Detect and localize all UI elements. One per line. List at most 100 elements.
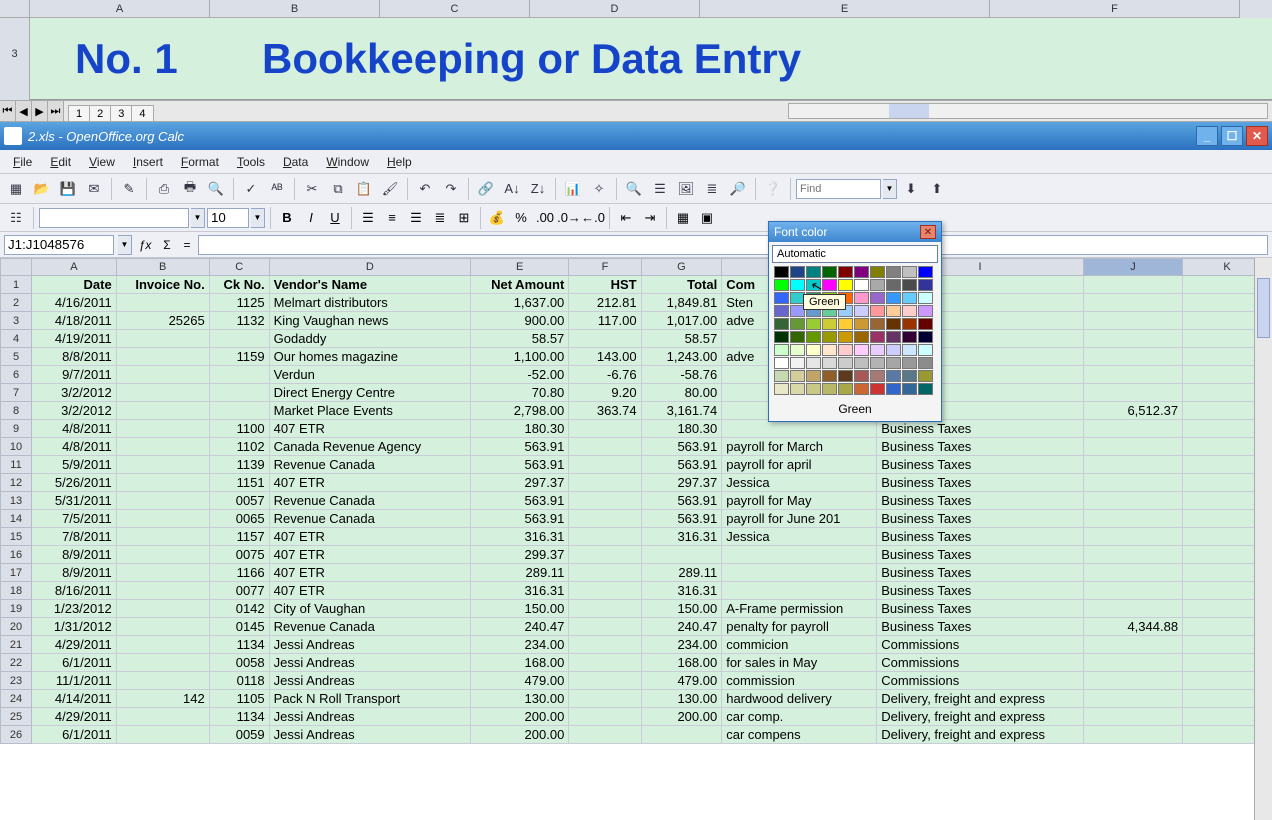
cell[interactable]: 200.00 bbox=[471, 726, 569, 744]
menu-tools[interactable]: Tools bbox=[228, 152, 274, 172]
cell[interactable]: 1,637.00 bbox=[471, 294, 569, 312]
align-right-button[interactable]: ☰ bbox=[405, 207, 427, 229]
row-header[interactable]: 8 bbox=[1, 402, 32, 420]
cell[interactable] bbox=[116, 618, 209, 636]
row-header[interactable]: 16 bbox=[1, 546, 32, 564]
cell[interactable] bbox=[569, 492, 641, 510]
color-swatch[interactable] bbox=[838, 266, 853, 278]
underline-button[interactable]: U bbox=[324, 207, 346, 229]
cell[interactable] bbox=[116, 366, 209, 384]
bg-sheet-tab[interactable]: 3 bbox=[110, 105, 132, 121]
cell[interactable] bbox=[116, 528, 209, 546]
cell[interactable]: payroll for March bbox=[722, 438, 877, 456]
select-all-corner[interactable] bbox=[1, 259, 32, 276]
cell[interactable]: Godaddy bbox=[269, 330, 471, 348]
cell[interactable]: 563.91 bbox=[471, 456, 569, 474]
header-cell[interactable]: HST bbox=[569, 276, 641, 294]
cell[interactable]: 130.00 bbox=[641, 690, 722, 708]
cell[interactable] bbox=[1083, 384, 1182, 402]
autospell-button[interactable]: ᴬᴮ bbox=[265, 177, 289, 201]
color-swatch[interactable] bbox=[790, 344, 805, 356]
cell[interactable]: 4/8/2011 bbox=[32, 438, 117, 456]
cell[interactable]: 6,512.37 bbox=[1083, 402, 1182, 420]
cell[interactable] bbox=[116, 348, 209, 366]
cell[interactable]: Delivery, freight and express bbox=[877, 690, 1084, 708]
row-header[interactable]: 18 bbox=[1, 582, 32, 600]
percent-button[interactable]: % bbox=[510, 207, 532, 229]
cell[interactable]: Delivery, freight and express bbox=[877, 708, 1084, 726]
row-header[interactable]: 4 bbox=[1, 330, 32, 348]
cell[interactable]: King Vaughan news bbox=[269, 312, 471, 330]
cell[interactable]: 0145 bbox=[209, 618, 269, 636]
color-swatch[interactable] bbox=[774, 279, 789, 291]
cell[interactable] bbox=[1083, 726, 1182, 744]
cell[interactable]: Commissions bbox=[877, 672, 1084, 690]
cell[interactable] bbox=[116, 456, 209, 474]
cell[interactable] bbox=[116, 654, 209, 672]
print-preview-button[interactable]: 🔍 bbox=[204, 177, 228, 201]
styles-button[interactable]: ☷ bbox=[4, 206, 28, 230]
cell[interactable]: 407 ETR bbox=[269, 420, 471, 438]
color-swatch[interactable] bbox=[918, 357, 933, 369]
color-swatch[interactable] bbox=[918, 318, 933, 330]
row-header[interactable]: 9 bbox=[1, 420, 32, 438]
color-swatch[interactable] bbox=[790, 279, 805, 291]
cell[interactable] bbox=[116, 726, 209, 744]
column-header-J[interactable]: J bbox=[1083, 259, 1182, 276]
color-swatch[interactable] bbox=[822, 383, 837, 395]
color-swatch[interactable] bbox=[886, 370, 901, 382]
cell[interactable]: 407 ETR bbox=[269, 564, 471, 582]
popup-titlebar[interactable]: Font color ✕ bbox=[769, 222, 941, 242]
bg-horizontal-scrollbar[interactable] bbox=[788, 103, 1268, 119]
align-center-button[interactable]: ≡ bbox=[381, 207, 403, 229]
cell[interactable]: Revenue Canada bbox=[269, 492, 471, 510]
cell[interactable]: Business Taxes bbox=[877, 528, 1084, 546]
cell[interactable]: 1134 bbox=[209, 708, 269, 726]
cell[interactable]: payroll for June 201 bbox=[722, 510, 877, 528]
cell[interactable] bbox=[116, 384, 209, 402]
cell[interactable]: 4/14/2011 bbox=[32, 690, 117, 708]
header-cell[interactable]: Date bbox=[32, 276, 117, 294]
cell[interactable]: 1134 bbox=[209, 636, 269, 654]
menu-view[interactable]: View bbox=[80, 152, 124, 172]
menu-edit[interactable]: Edit bbox=[41, 152, 80, 172]
cell[interactable]: 5/9/2011 bbox=[32, 456, 117, 474]
cell[interactable]: 1166 bbox=[209, 564, 269, 582]
cell[interactable] bbox=[1083, 312, 1182, 330]
color-swatch[interactable] bbox=[886, 279, 901, 291]
cell[interactable]: 25265 bbox=[116, 312, 209, 330]
cell[interactable] bbox=[116, 708, 209, 726]
cell[interactable] bbox=[1083, 330, 1182, 348]
cell[interactable] bbox=[569, 528, 641, 546]
tab-nav-prev[interactable]: ◀ bbox=[16, 101, 32, 121]
cell[interactable]: 200.00 bbox=[641, 708, 722, 726]
cell[interactable]: Jessi Andreas bbox=[269, 636, 471, 654]
zoom-button[interactable]: 🔎 bbox=[726, 177, 750, 201]
borders-button[interactable]: ▦ bbox=[672, 207, 694, 229]
cell[interactable]: 1,849.81 bbox=[641, 294, 722, 312]
find-prev-button[interactable]: ⬇ bbox=[899, 177, 923, 201]
color-swatch[interactable] bbox=[838, 279, 853, 291]
color-swatch[interactable] bbox=[854, 331, 869, 343]
cell[interactable]: commicion bbox=[722, 636, 877, 654]
color-swatch[interactable] bbox=[854, 370, 869, 382]
cell[interactable] bbox=[1083, 456, 1182, 474]
cell[interactable] bbox=[116, 546, 209, 564]
data-grid[interactable]: ABCDEFGHIJK 1DateInvoice No.Ck No.Vendor… bbox=[0, 258, 1272, 744]
edit-doc-button[interactable]: ✎ bbox=[117, 177, 141, 201]
color-swatch[interactable] bbox=[822, 279, 837, 291]
cell[interactable] bbox=[569, 330, 641, 348]
cell[interactable]: 200.00 bbox=[471, 708, 569, 726]
cell[interactable] bbox=[116, 474, 209, 492]
color-swatch[interactable] bbox=[886, 318, 901, 330]
row-header[interactable]: 12 bbox=[1, 474, 32, 492]
cell[interactable]: 234.00 bbox=[641, 636, 722, 654]
color-swatch[interactable] bbox=[902, 292, 917, 304]
column-header-C[interactable]: C bbox=[209, 259, 269, 276]
cell[interactable]: 4/19/2011 bbox=[32, 330, 117, 348]
cell[interactable]: 563.91 bbox=[471, 438, 569, 456]
color-swatch[interactable] bbox=[806, 370, 821, 382]
spellcheck-button[interactable]: ✓ bbox=[239, 177, 263, 201]
cell[interactable]: 0057 bbox=[209, 492, 269, 510]
bg-sheet-tab[interactable]: 2 bbox=[89, 105, 111, 121]
